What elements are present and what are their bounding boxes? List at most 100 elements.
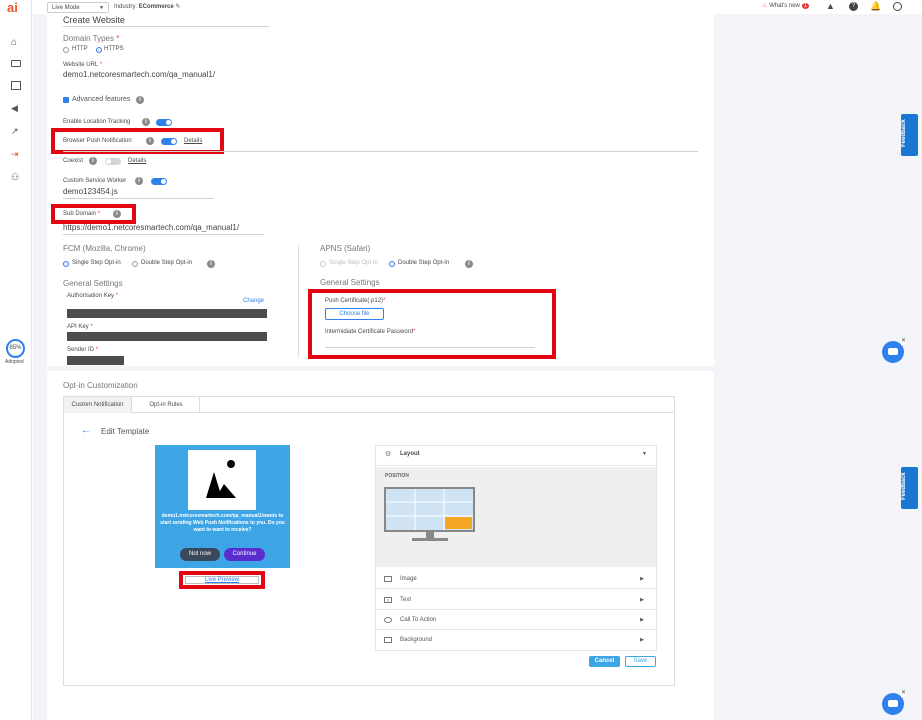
save-button[interactable]: Save — [625, 656, 656, 667]
optin-title: Opt-in Customization — [63, 381, 138, 390]
tab-optin-rules[interactable]: Opt-in Rules — [133, 397, 200, 413]
user-icon[interactable] — [893, 2, 902, 11]
apns-title: APNS (Safari) — [320, 244, 371, 253]
menu-image[interactable]: Image ▶ — [376, 569, 656, 589]
back-arrow-icon[interactable]: ← — [81, 425, 91, 436]
fcm-single-radio[interactable] — [63, 261, 69, 267]
apns-general-title: General Settings — [320, 278, 380, 287]
coexist-label: Coexist — [63, 158, 84, 164]
whats-new[interactable]: ♨ What's new 1 — [762, 2, 809, 9]
info-icon[interactable]: i — [136, 96, 144, 104]
position-grid — [384, 487, 475, 532]
tab-custom-notification[interactable]: Custom Notification — [64, 397, 132, 413]
coexist-toggle[interactable] — [105, 158, 121, 165]
layout-icon[interactable] — [11, 81, 21, 90]
info-icon[interactable]: i — [135, 177, 143, 185]
info-icon[interactable]: i — [146, 137, 154, 145]
continue-button[interactable]: Continue — [224, 548, 265, 561]
fcm-single-label: Single Step Opt-in — [72, 260, 121, 266]
csw-value[interactable]: demo123454.js — [63, 187, 118, 196]
csw-toggle[interactable] — [151, 178, 167, 185]
menu-background-label: Background — [400, 637, 433, 643]
apns-single-label: Single Step Opt-in — [329, 260, 378, 266]
page-title: Create Website — [63, 15, 125, 25]
menu-cta[interactable]: Call To Action ▶ — [376, 610, 656, 630]
contacts-icon[interactable] — [11, 60, 21, 67]
alert-icon[interactable]: ▲ — [826, 1, 835, 11]
info-icon[interactable]: i — [89, 157, 97, 165]
flame-icon: ♨ — [762, 3, 768, 9]
background-icon — [384, 637, 392, 643]
change-link[interactable]: Change — [243, 298, 264, 304]
http-radio[interactable] — [63, 47, 69, 53]
fcm-double-label: Double Step Opt-in — [141, 260, 193, 266]
fcm-double-radio[interactable] — [132, 261, 138, 267]
coexist-details-link[interactable]: Details — [128, 158, 146, 164]
industry-info: Industry: ECommerce ✎ — [114, 3, 180, 10]
close-icon[interactable]: ✕ — [901, 338, 907, 345]
journey-icon[interactable]: ⇥ — [11, 149, 19, 160]
bpn-label: Browser Push Notification — [63, 138, 132, 144]
auth-key-label: Authorisation Key * — [67, 293, 119, 299]
subdomain-value[interactable]: https://demo1.netcoresmartech.com/qa_man… — [63, 223, 239, 232]
api-key-masked-input[interactable] — [67, 332, 267, 341]
home-icon[interactable]: ⌂ — [11, 37, 17, 48]
text-icon: T — [384, 596, 392, 603]
auth-key-masked-input[interactable] — [67, 309, 267, 318]
csw-underline — [63, 198, 214, 199]
sender-id-label: Sender ID * — [67, 347, 99, 353]
adoption-meter[interactable]: 85% — [6, 339, 25, 358]
https-radio[interactable] — [96, 47, 102, 53]
website-url-value[interactable]: demo1.netcoresmartech.com/qa_manual1/ — [63, 70, 215, 79]
edit-template-title: Edit Template — [101, 427, 150, 436]
chevron-down-icon[interactable]: ▼ — [642, 451, 647, 457]
advanced-label: Advanced features — [72, 96, 131, 103]
chat-icon — [888, 348, 898, 355]
mode-select[interactable]: Live Mode ▼ — [47, 2, 109, 13]
chevron-right-icon: ▶ — [640, 616, 644, 623]
industry-value: ECommerce — [138, 4, 174, 10]
menu-background[interactable]: Background ▶ — [376, 630, 656, 650]
preview-text: demo1.netcoresmartech.com/qa_manual1/wan… — [160, 513, 285, 533]
apns-double-radio[interactable] — [389, 261, 395, 267]
image-icon — [384, 575, 392, 582]
icp-input[interactable] — [325, 347, 535, 348]
analytics-icon[interactable]: ↗ — [11, 126, 19, 137]
not-now-button[interactable]: Not now — [180, 548, 220, 561]
user-settings-icon[interactable]: ⚇ — [11, 172, 19, 183]
sender-id-masked-input[interactable] — [67, 356, 124, 365]
divider — [63, 151, 698, 152]
app-logo[interactable]: ai — [7, 0, 18, 15]
info-icon[interactable]: i — [465, 260, 473, 268]
monitor-grid-icon — [386, 489, 473, 530]
info-icon[interactable]: i — [113, 210, 121, 218]
megaphone-icon[interactable]: ◀ — [11, 103, 18, 114]
feedback-tab[interactable]: Feedback — [901, 467, 918, 509]
info-icon[interactable]: i — [142, 118, 150, 126]
bpn-details-link[interactable]: Details — [184, 138, 202, 144]
api-key-label: API Key * — [67, 324, 93, 330]
choose-file-button[interactable]: Choose file — [325, 308, 384, 320]
cancel-button[interactable]: Cancel — [589, 656, 620, 667]
chevron-right-icon: ▶ — [640, 575, 644, 582]
live-preview-link[interactable]: Live Preview — [185, 576, 259, 584]
http-label: HTTP — [72, 46, 88, 52]
feedback-tab[interactable]: Feedback — [901, 114, 918, 156]
apns-single-radio[interactable] — [320, 261, 326, 267]
bell-icon[interactable]: 🔔 — [870, 1, 881, 12]
advanced-checkbox[interactable] — [63, 97, 69, 103]
location-label: Enable Location Tracking — [63, 119, 131, 125]
location-toggle[interactable] — [156, 119, 172, 126]
close-icon[interactable]: ✕ — [901, 690, 907, 697]
gear-icon: ⚙ — [385, 451, 392, 458]
bpn-toggle[interactable] — [161, 138, 177, 145]
edit-icon[interactable]: ✎ — [175, 4, 180, 10]
menu-text[interactable]: T Text ▶ — [376, 590, 656, 610]
push-cert-label: Push Certificate(.p12)* — [325, 298, 386, 304]
divider — [63, 26, 269, 27]
adoption-label: Adopted — [5, 359, 24, 365]
whats-new-badge: 1 — [801, 3, 809, 9]
monitor-base — [412, 538, 448, 541]
info-icon[interactable]: i — [207, 260, 215, 268]
help-icon[interactable]: ? — [849, 2, 858, 11]
